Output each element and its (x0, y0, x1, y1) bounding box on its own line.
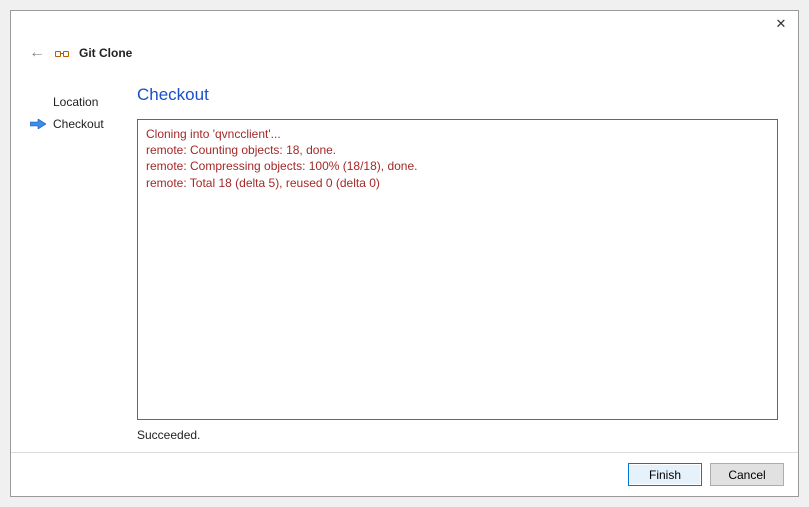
sidebar-item-icon-slot (29, 119, 47, 129)
header-title: Git Clone (79, 46, 132, 60)
back-arrow-icon[interactable]: ← (29, 44, 45, 62)
git-icon (55, 48, 69, 58)
footer: Finish Cancel (11, 452, 798, 496)
page-title: Checkout (137, 85, 778, 105)
close-icon: ✕ (776, 17, 787, 30)
sidebar-item-checkout[interactable]: Checkout (11, 113, 137, 135)
main-panel: Checkout Cloning into 'qvncclient'... re… (137, 81, 798, 452)
sidebar-item-label: Checkout (53, 117, 104, 131)
sidebar: Location Checkout (11, 81, 137, 452)
dialog-window: ✕ ← Git Clone Location Checkout (10, 10, 799, 497)
dialog-body: Location Checkout Checkout Cloning into … (11, 67, 798, 452)
sidebar-item-location[interactable]: Location (11, 91, 137, 113)
close-button[interactable]: ✕ (764, 11, 798, 35)
finish-button[interactable]: Finish (628, 463, 702, 486)
current-step-arrow-icon (30, 119, 46, 129)
cancel-button[interactable]: Cancel (710, 463, 784, 486)
header: ← Git Clone (11, 39, 798, 67)
sidebar-item-label: Location (53, 95, 98, 109)
log-output: Cloning into 'qvncclient'... remote: Cou… (137, 119, 778, 420)
titlebar: ✕ (11, 11, 798, 39)
status-text: Succeeded. (137, 420, 778, 452)
